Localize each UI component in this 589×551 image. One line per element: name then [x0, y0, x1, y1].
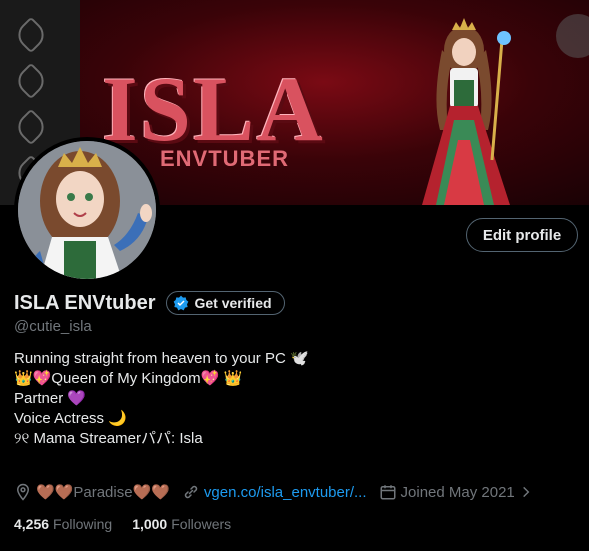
followers-label: Followers: [171, 516, 232, 532]
profile-bio: Running straight from heaven to your PC …: [14, 349, 309, 449]
get-verified-label: Get verified: [194, 295, 272, 311]
verified-badge-icon: [173, 295, 188, 311]
joined-item: Joined May 2021: [379, 483, 533, 501]
calendar-icon: [380, 485, 396, 500]
edit-profile-button[interactable]: Edit profile: [466, 218, 578, 252]
bio-line: Running straight from heaven to your PC …: [14, 350, 309, 367]
moon-decoration: [556, 14, 589, 58]
link-icon: [184, 485, 198, 499]
bio-line: 👑💖Queen of My Kingdom💖 👑: [14, 370, 243, 387]
banner-character-illustration: [422, 18, 511, 205]
profile-meta: 🤎🤎Paradise🤎🤎 vgen.co/isla_envtuber/... J…: [14, 483, 533, 501]
following-link[interactable]: 4,256 Following: [14, 516, 112, 532]
joined-text: Joined May 2021: [400, 483, 515, 501]
location-item: 🤎🤎Paradise🤎🤎: [14, 483, 170, 501]
get-verified-button[interactable]: Get verified: [165, 291, 285, 315]
bio-line: Partner 💜: [14, 390, 87, 407]
chevron-right-icon[interactable]: [519, 485, 533, 499]
website-link[interactable]: vgen.co/isla_envtuber/...: [204, 484, 367, 501]
bio-line: Voice Actress 🌙: [14, 410, 127, 427]
location-text: 🤎🤎Paradise🤎🤎: [36, 484, 170, 501]
following-count: 4,256: [14, 516, 50, 532]
ornament-icon: [12, 62, 50, 100]
display-name: ISLA ENVtuber: [14, 291, 156, 314]
user-handle: @cutie_isla: [14, 318, 92, 335]
name-row: ISLA ENVtuber Get verified: [14, 291, 285, 315]
avatar-illustration: [18, 141, 156, 279]
following-label: Following: [53, 516, 113, 532]
location-icon: [16, 483, 30, 501]
ornament-icon: [12, 108, 50, 146]
banner-subtitle: ENVTUBER: [160, 146, 290, 171]
follow-stats: 4,256 Following 1,000 Followers: [14, 516, 231, 532]
website-item[interactable]: vgen.co/isla_envtuber/...: [182, 483, 367, 501]
bio-line: ୨୧ Mama Streamerパパ: Isla: [14, 430, 203, 447]
followers-count: 1,000: [132, 516, 168, 532]
profile-avatar[interactable]: [14, 137, 160, 283]
followers-link[interactable]: 1,000 Followers: [132, 516, 231, 532]
ornament-icon: [12, 16, 50, 54]
